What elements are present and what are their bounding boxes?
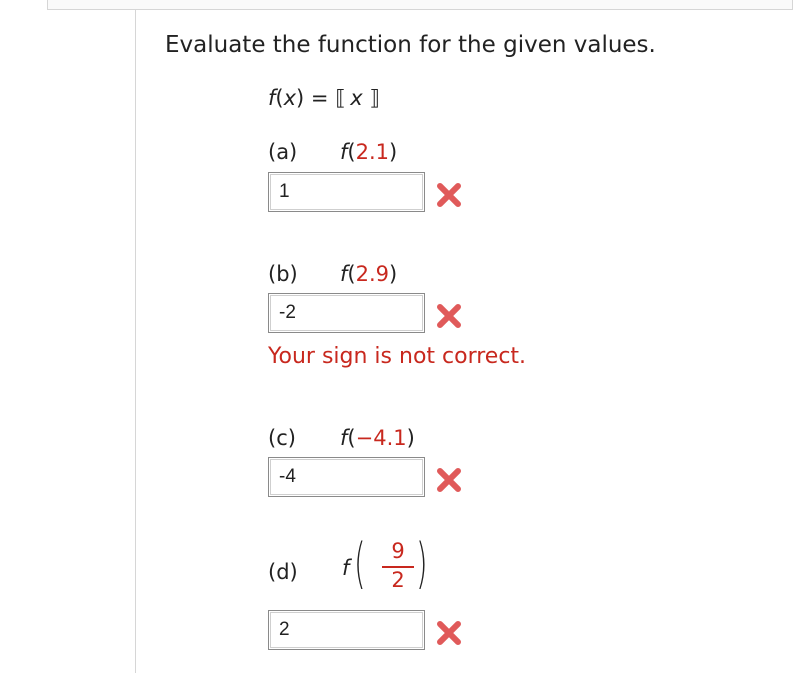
part-c-arg: −4.1 (355, 426, 407, 450)
previous-panel-edge (47, 0, 793, 10)
part-c-answer-input[interactable]: -4 (268, 457, 425, 497)
x-mark-icon (437, 468, 461, 492)
part-b-label: (b) f(2.9) (268, 262, 398, 286)
floor-bracket-close: ⟧ (369, 86, 380, 110)
right-paren: ) (416, 532, 428, 595)
part-c-label: (c) f(−4.1) (268, 426, 415, 450)
part-c-func: f (340, 426, 348, 450)
function-definition: f(x) = ⟦ x ⟧ (268, 86, 380, 110)
x-mark-icon (437, 304, 461, 328)
part-d-numerator: 9 (391, 539, 405, 563)
part-b-answer-input[interactable]: -2 (268, 293, 425, 333)
panel-left-border (135, 10, 136, 673)
part-a-tag: (a) (268, 140, 298, 164)
question-instruction: Evaluate the function for the given valu… (165, 32, 656, 58)
floor-bracket-open: ⟦ (335, 86, 346, 110)
part-d-answer-input[interactable]: 2 (268, 610, 425, 650)
part-b-tag: (b) (268, 262, 298, 286)
part-c-tag: (c) (268, 426, 296, 450)
function-name: f (268, 86, 276, 110)
part-a-label: (a) f(2.1) (268, 140, 398, 164)
part-d-expression: f ( 9 2 ) (342, 532, 432, 602)
equals-sign: = (304, 86, 336, 110)
part-d-denominator: 2 (391, 568, 405, 592)
x-mark-icon (437, 621, 461, 645)
part-d-func: f (342, 556, 350, 580)
left-paren: ( (354, 532, 366, 595)
part-b-feedback: Your sign is not correct. (268, 344, 527, 369)
bracket-variable: x (350, 86, 363, 110)
part-a-func: f (340, 140, 348, 164)
part-a-arg: 2.1 (355, 140, 390, 164)
part-b-func: f (340, 262, 348, 286)
function-variable: x (283, 86, 297, 110)
part-d-label: (d) (268, 558, 340, 586)
x-mark-icon (437, 183, 461, 207)
part-b-arg: 2.9 (355, 262, 390, 286)
part-d-tag: (d) (268, 560, 298, 584)
part-a-answer-input[interactable]: 1 (268, 172, 425, 212)
